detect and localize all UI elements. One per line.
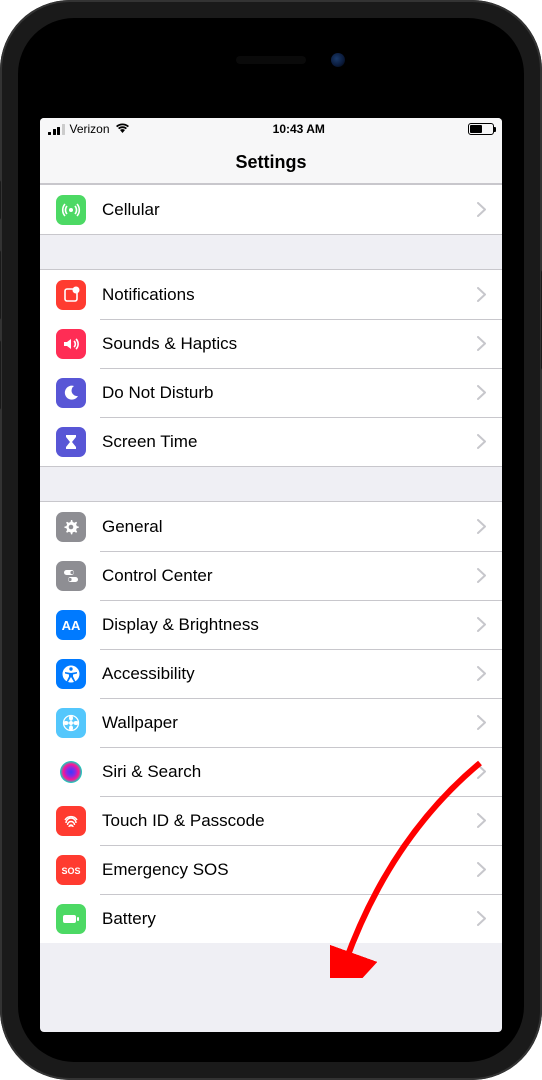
row-label-notifications: Notifications	[102, 285, 477, 305]
chevron-right-icon	[477, 380, 486, 406]
row-label-dnd: Do Not Disturb	[102, 383, 477, 403]
row-label-sounds: Sounds & Haptics	[102, 334, 477, 354]
row-label-wallpaper: Wallpaper	[102, 713, 477, 733]
chevron-right-icon	[477, 429, 486, 455]
moon-icon	[56, 378, 86, 408]
row-general[interactable]: General	[40, 502, 502, 551]
row-screentime[interactable]: Screen Time	[40, 417, 502, 466]
row-label-battery: Battery	[102, 909, 477, 929]
row-label-accessibility: Accessibility	[102, 664, 477, 684]
page-title: Settings	[40, 140, 502, 184]
accessibility-icon	[56, 659, 86, 689]
row-label-siri: Siri & Search	[102, 762, 477, 782]
battery-icon	[468, 123, 494, 135]
row-label-sos: Emergency SOS	[102, 860, 477, 880]
hourglass-icon	[56, 427, 86, 457]
row-battery[interactable]: Battery	[40, 894, 502, 943]
row-label-display: Display & Brightness	[102, 615, 477, 635]
chevron-right-icon	[477, 612, 486, 638]
row-label-controlcenter: Control Center	[102, 566, 477, 586]
row-cellular[interactable]: Cellular	[40, 185, 502, 234]
chevron-right-icon	[477, 331, 486, 357]
row-dnd[interactable]: Do Not Disturb	[40, 368, 502, 417]
gear-icon	[56, 512, 86, 542]
row-label-touchid: Touch ID & Passcode	[102, 811, 477, 831]
sounds-icon	[56, 329, 86, 359]
phone-camera	[331, 53, 345, 67]
settings-list[interactable]: Cellular Notifications Sounds & Haptics Do …	[40, 184, 502, 1032]
row-siri[interactable]: Siri & Search	[40, 747, 502, 796]
chevron-right-icon	[477, 282, 486, 308]
sos-icon: SOS	[56, 855, 86, 885]
chevron-right-icon	[477, 906, 486, 932]
row-sos[interactable]: SOS Emergency SOS	[40, 845, 502, 894]
chevron-right-icon	[477, 563, 486, 589]
siri-icon	[56, 757, 86, 787]
signal-icon	[48, 124, 65, 135]
battery-icon	[56, 904, 86, 934]
screen: Verizon 10:43 AM Settings Cellular Notifi…	[40, 118, 502, 1032]
fingerprint-icon	[56, 806, 86, 836]
chevron-right-icon	[477, 857, 486, 883]
row-sounds[interactable]: Sounds & Haptics	[40, 319, 502, 368]
svg-text:AA: AA	[62, 618, 81, 633]
svg-text:SOS: SOS	[61, 866, 80, 876]
row-label-cellular: Cellular	[102, 200, 477, 220]
clock-label: 10:43 AM	[273, 122, 325, 136]
wifi-icon	[115, 122, 130, 136]
carrier-label: Verizon	[70, 122, 110, 136]
row-notifications[interactable]: Notifications	[40, 270, 502, 319]
chevron-right-icon	[477, 808, 486, 834]
phone-frame: Verizon 10:43 AM Settings Cellular Notifi…	[0, 0, 542, 1080]
display-icon: AA	[56, 610, 86, 640]
row-display[interactable]: AA Display & Brightness	[40, 600, 502, 649]
cellular-icon	[56, 195, 86, 225]
phone-speaker	[236, 56, 306, 64]
chevron-right-icon	[477, 759, 486, 785]
row-accessibility[interactable]: Accessibility	[40, 649, 502, 698]
row-wallpaper[interactable]: Wallpaper	[40, 698, 502, 747]
row-touchid[interactable]: Touch ID & Passcode	[40, 796, 502, 845]
chevron-right-icon	[477, 514, 486, 540]
chevron-right-icon	[477, 661, 486, 687]
row-label-screentime: Screen Time	[102, 432, 477, 452]
wallpaper-icon	[56, 708, 86, 738]
chevron-right-icon	[477, 197, 486, 223]
row-controlcenter[interactable]: Control Center	[40, 551, 502, 600]
row-label-general: General	[102, 517, 477, 537]
notifications-icon	[56, 280, 86, 310]
status-bar: Verizon 10:43 AM	[40, 118, 502, 140]
switches-icon	[56, 561, 86, 591]
chevron-right-icon	[477, 710, 486, 736]
